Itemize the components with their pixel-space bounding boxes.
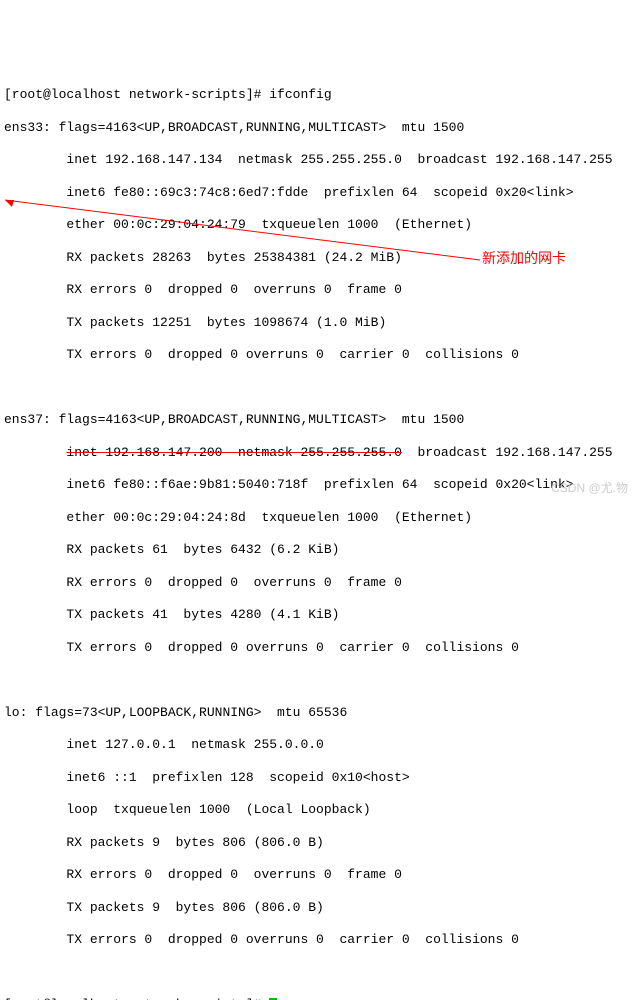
ens33-tx-packets: TX packets 12251 bytes 1098674 (1.0 MiB) [4,315,634,331]
iface-ens33-header: ens33: flags=4163<UP,BROADCAST,RUNNING,M… [4,120,634,136]
ens37-rx-packets: RX packets 61 bytes 6432 (6.2 KiB) [4,542,634,558]
ens37-inet-struck: inet 192.168.147.200 netmask 255.255.255… [66,445,401,460]
watermark: CSDN @尤.物 [551,481,628,496]
terminal-output[interactable]: [root@localhost network-scripts]# ifconf… [4,71,634,1000]
ens33-tx-errors: TX errors 0 dropped 0 overruns 0 carrier… [4,347,634,363]
command: ifconfig [269,87,331,102]
shell-prompt: [root@localhost network-scripts]# [4,87,269,102]
ens33-inet6: inet6 fe80::69c3:74c8:6ed7:fdde prefixle… [4,185,634,201]
iface-lo-header: lo: flags=73<UP,LOOPBACK,RUNNING> mtu 65… [4,705,634,721]
lo-loop: loop txqueuelen 1000 (Local Loopback) [4,802,634,818]
ens33-rx-packets: RX packets 28263 bytes 25384381 (24.2 Mi… [4,250,634,266]
shell-prompt: [root@localhost network-scripts]# [4,997,269,1000]
lo-inet6: inet6 ::1 prefixlen 128 scopeid 0x10<hos… [4,770,634,786]
ens37-inet: inet 192.168.147.200 netmask 255.255.255… [4,445,634,461]
lo-inet: inet 127.0.0.1 netmask 255.0.0.0 [4,737,634,753]
lo-tx-errors: TX errors 0 dropped 0 overruns 0 carrier… [4,932,634,948]
ens33-ether: ether 00:0c:29:04:24:79 txqueuelen 1000 … [4,217,634,233]
blank-line [4,965,634,981]
ens37-tx-errors: TX errors 0 dropped 0 overruns 0 carrier… [4,640,634,656]
blank-line [4,672,634,688]
ens33-inet: inet 192.168.147.134 netmask 255.255.255… [4,152,634,168]
blank-line [4,380,634,396]
cursor-icon [269,998,277,1000]
prompt-line-2[interactable]: [root@localhost network-scripts]# [4,997,634,1000]
ens33-rx-errors: RX errors 0 dropped 0 overruns 0 frame 0 [4,282,634,298]
lo-rx-packets: RX packets 9 bytes 806 (806.0 B) [4,835,634,851]
iface-ens37-header: ens37: flags=4163<UP,BROADCAST,RUNNING,M… [4,412,634,428]
lo-tx-packets: TX packets 9 bytes 806 (806.0 B) [4,900,634,916]
lo-rx-errors: RX errors 0 dropped 0 overruns 0 frame 0 [4,867,634,883]
ens37-ether: ether 00:0c:29:04:24:8d txqueuelen 1000 … [4,510,634,526]
ens37-rx-errors: RX errors 0 dropped 0 overruns 0 frame 0 [4,575,634,591]
prompt-line: [root@localhost network-scripts]# ifconf… [4,87,634,103]
ens37-tx-packets: TX packets 41 bytes 4280 (4.1 KiB) [4,607,634,623]
ens37-inet6: inet6 fe80::f6ae:9b81:5040:718f prefixle… [4,477,634,493]
